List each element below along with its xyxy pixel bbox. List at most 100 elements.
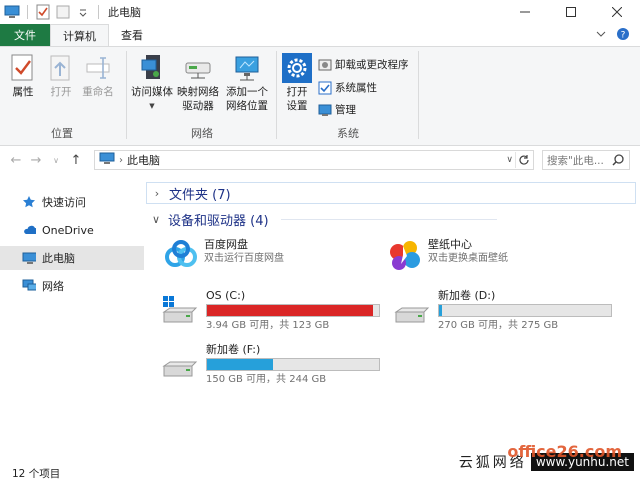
chevron-down-icon[interactable]	[596, 29, 606, 42]
devices-section-header[interactable]: ∨ 设备和驱动器 (4)	[150, 210, 497, 229]
rename-label: 重命名	[82, 86, 114, 98]
search-icon[interactable]	[611, 153, 625, 170]
uninstall-label: 卸载或更改程序	[335, 59, 409, 71]
access-media-button[interactable]: 访问媒体 ▼	[130, 53, 174, 113]
drive-usage-bar	[206, 358, 380, 371]
section-divider	[280, 219, 497, 220]
map-network-drive-button[interactable]: 映射网络 驱动器	[176, 53, 220, 113]
properties-button[interactable]: 属性	[8, 53, 38, 99]
drive-usage-bar	[438, 304, 612, 317]
rename-button[interactable]: 重命名	[80, 53, 116, 99]
open-label: 打开	[50, 86, 72, 98]
computer-icon	[4, 4, 20, 20]
folders-section-header[interactable]: › 文件夹 (7)	[146, 182, 636, 204]
drive-item-f[interactable]: 新加卷 (F:) 150 GB 可用，共 244 GB	[160, 342, 380, 387]
star-icon	[22, 195, 36, 209]
ribbon-options: ?	[596, 24, 640, 46]
windows-drive-icon	[160, 294, 200, 328]
open-settings-line1: 打开	[286, 86, 308, 98]
toolbar-divider	[98, 5, 99, 19]
content-pane: › 文件夹 (7) ∨ 设备和驱动器 (4) 百度网盘 双击运行百度网盘 壁纸中…	[146, 178, 640, 462]
chevron-down-icon[interactable]	[75, 4, 91, 20]
ribbon-group-location: 属性 打开 重命名 位置	[0, 47, 124, 145]
app-item-wallpaper-center[interactable]: 壁纸中心 双击更换桌面壁纸	[388, 238, 508, 272]
svg-text:?: ?	[621, 30, 626, 40]
window-controls	[502, 0, 640, 24]
breadcrumb-separator-icon[interactable]: ›	[119, 155, 123, 166]
sidebar-item-quick-access[interactable]: 快速访问	[0, 190, 144, 214]
help-icon[interactable]: ?	[616, 27, 630, 44]
open-button[interactable]: 打开	[46, 53, 76, 99]
close-button[interactable]	[594, 0, 640, 24]
forward-arrow-icon[interactable]: →	[26, 153, 46, 168]
sidebar-item-onedrive[interactable]: OneDrive	[0, 218, 144, 242]
refresh-icon[interactable]	[515, 152, 531, 168]
sidebar-item-this-pc[interactable]: 此电脑	[0, 246, 144, 270]
navigation-pane: 快速访问 OneDrive 此电脑 网络	[0, 182, 146, 462]
ribbon-group-label: 网络	[191, 127, 213, 140]
add-network-location-line1: 添加一个	[226, 86, 268, 98]
drive-item-c[interactable]: OS (C:) 3.94 GB 可用，共 123 GB	[160, 288, 380, 333]
sidebar-item-label: OneDrive	[42, 223, 94, 237]
sidebar-item-label: 此电脑	[42, 252, 75, 265]
maximize-button[interactable]	[548, 0, 594, 24]
ribbon-divider	[126, 51, 127, 139]
tab-computer[interactable]: 计算机	[50, 24, 109, 46]
system-properties-icon	[318, 81, 332, 95]
search-input[interactable]: 搜索"此电...	[542, 150, 630, 170]
network-icon	[22, 279, 36, 293]
app-name: 壁纸中心	[428, 238, 472, 251]
baidu-netdisk-icon	[164, 238, 198, 272]
ribbon-group-network: 访问媒体 ▼ 映射网络 驱动器 添加一个 网络位置 网络	[128, 47, 276, 145]
gear-icon	[282, 53, 312, 83]
access-media-label: 访问媒体	[131, 86, 173, 98]
app-item-baidu-netdisk[interactable]: 百度网盘 双击运行百度网盘	[164, 238, 284, 272]
devices-header-label: 设备和驱动器 (4)	[168, 214, 269, 229]
drive-usage-bar	[206, 304, 380, 317]
drive-usage-fill	[207, 305, 374, 316]
address-bar[interactable]: › 此电脑 ∨	[94, 150, 534, 170]
watermark-logo: office26.com	[507, 442, 622, 461]
ribbon-divider	[276, 51, 277, 139]
new-folder-quick-icon[interactable]	[55, 4, 71, 20]
system-properties-button[interactable]: 系统属性	[318, 80, 377, 95]
watermark: office26.com 云狐网络 www.yunhu.net	[459, 442, 634, 472]
properties-quick-icon[interactable]	[35, 4, 51, 20]
sidebar-item-network[interactable]: 网络	[0, 274, 144, 298]
minimize-button[interactable]	[502, 0, 548, 24]
recent-locations-chevron-icon[interactable]: ∨	[46, 156, 66, 165]
item-count: 12 个项目	[12, 467, 61, 480]
computer-icon	[99, 152, 115, 168]
chevron-down-icon: ▼	[149, 102, 155, 110]
drive-usage-fill	[207, 359, 274, 370]
back-arrow-icon[interactable]: ←	[6, 153, 26, 168]
open-icon	[46, 53, 76, 83]
drive-usage-text: 150 GB 可用，共 244 GB	[206, 374, 327, 385]
drive-usage-text: 270 GB 可用，共 275 GB	[438, 320, 559, 331]
add-network-location-button[interactable]: 添加一个 网络位置	[222, 53, 272, 113]
hard-drive-icon	[392, 294, 432, 328]
up-arrow-icon[interactable]: ↑	[66, 153, 86, 168]
breadcrumb[interactable]: 此电脑	[127, 152, 160, 168]
sidebar-item-label: 快速访问	[42, 196, 86, 209]
ribbon-tabs: 文件 计算机 查看 ?	[0, 24, 640, 46]
chevron-down-icon: ∨	[151, 213, 161, 226]
manage-button[interactable]: 管理	[318, 102, 356, 117]
app-name: 百度网盘	[204, 238, 248, 251]
ribbon-group-label: 位置	[51, 127, 73, 140]
uninstall-button[interactable]: 卸载或更改程序	[318, 57, 409, 72]
drive-item-d[interactable]: 新加卷 (D:) 270 GB 可用，共 275 GB	[392, 288, 612, 333]
drive-name: 新加卷 (D:)	[438, 289, 496, 302]
open-settings-line2: 设置	[286, 100, 308, 112]
open-settings-button[interactable]: 打开 设置	[282, 53, 312, 113]
ribbon-panel: 属性 打开 重命名 位置 访问媒体 ▼ 映射网络 驱动器 添加一个 网络位置 网…	[0, 46, 640, 146]
wallpaper-center-icon	[388, 238, 422, 272]
ribbon-group-system: 打开 设置 卸载或更改程序 系统属性 管理 系统	[278, 47, 418, 145]
tab-view[interactable]: 查看	[109, 24, 155, 46]
drive-name: 新加卷 (F:)	[206, 343, 261, 356]
system-properties-label: 系统属性	[335, 82, 377, 94]
chevron-down-icon[interactable]: ∨	[506, 155, 513, 165]
sidebar-item-label: 网络	[42, 280, 64, 293]
properties-icon	[8, 53, 38, 83]
tab-file[interactable]: 文件	[0, 24, 50, 46]
